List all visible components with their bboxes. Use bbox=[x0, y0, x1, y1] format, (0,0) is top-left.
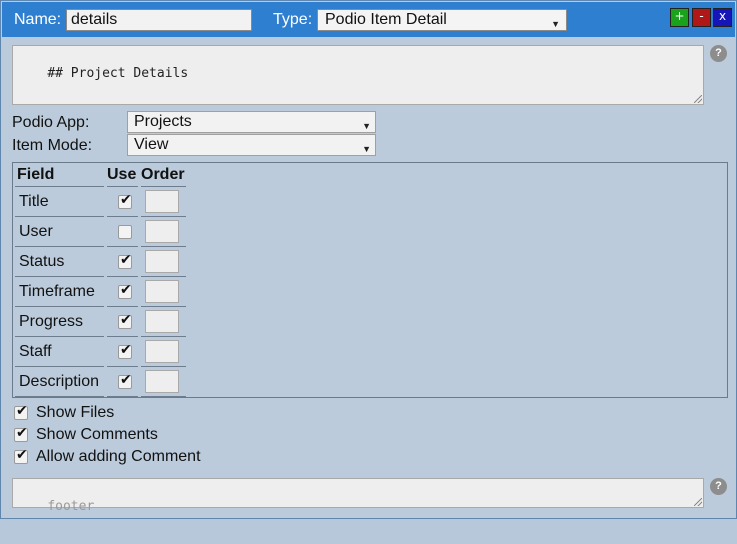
item-mode-select[interactable]: View ▼ bbox=[127, 134, 376, 156]
add-button[interactable]: + bbox=[670, 8, 689, 27]
chevron-down-icon: ▼ bbox=[362, 121, 371, 131]
order-input[interactable] bbox=[145, 310, 179, 333]
field-name: Progress bbox=[15, 307, 104, 337]
use-checkbox[interactable]: ✔ bbox=[118, 312, 132, 329]
order-input[interactable] bbox=[145, 340, 179, 363]
use-cell: ✔ bbox=[107, 187, 138, 217]
help-icon[interactable]: ? bbox=[710, 478, 727, 495]
item-mode-value: View bbox=[134, 136, 169, 153]
content-text: ## Project Details bbox=[47, 66, 189, 81]
order-input[interactable] bbox=[145, 220, 179, 243]
remove-button[interactable]: - bbox=[692, 8, 711, 27]
podio-app-label: Podio App: bbox=[12, 114, 90, 131]
order-cell bbox=[141, 337, 186, 367]
order-cell bbox=[141, 277, 186, 307]
order-cell bbox=[141, 217, 186, 247]
use-cell: ✔ bbox=[107, 307, 138, 337]
use-cell: ✔ bbox=[107, 247, 138, 277]
name-label: Name: bbox=[14, 11, 62, 28]
type-select[interactable]: Podio Item Detail ▼ bbox=[317, 9, 567, 31]
table-row: Status ✔ bbox=[13, 247, 188, 277]
checkmark-icon: ✔ bbox=[120, 252, 132, 268]
checkmark-icon: ✔ bbox=[120, 282, 132, 298]
field-name: Timeframe bbox=[15, 277, 104, 307]
option-checkbox[interactable]: ✔ bbox=[14, 425, 28, 442]
checkmark-icon: ✔ bbox=[120, 342, 132, 358]
use-checkbox[interactable] bbox=[118, 225, 132, 239]
field-name: Title bbox=[15, 187, 104, 217]
order-input[interactable] bbox=[145, 370, 179, 393]
help-icon[interactable]: ? bbox=[710, 45, 727, 62]
use-cell: ✔ bbox=[107, 277, 138, 307]
checkmark-icon: ✔ bbox=[16, 425, 28, 441]
panel-header: Name: details Type: Podio Item Detail ▼ … bbox=[2, 2, 735, 37]
footer-textarea[interactable]: footer bbox=[12, 478, 704, 514]
table-row: User bbox=[13, 217, 188, 247]
order-cell bbox=[141, 187, 186, 217]
field-name: Staff bbox=[15, 337, 104, 367]
checkmark-icon: ✔ bbox=[120, 312, 132, 328]
field-name: User bbox=[15, 217, 104, 247]
checkmark-icon: ✔ bbox=[16, 447, 28, 463]
order-column-header: Order bbox=[141, 166, 185, 183]
order-cell bbox=[141, 307, 186, 337]
use-checkbox[interactable]: ✔ bbox=[118, 282, 132, 299]
option-checkbox[interactable]: ✔ bbox=[14, 447, 28, 464]
chevron-down-icon: ▼ bbox=[551, 19, 560, 29]
order-input[interactable] bbox=[145, 190, 179, 213]
footer-placeholder: footer bbox=[47, 499, 95, 514]
checkmark-icon: ✔ bbox=[120, 192, 132, 208]
table-row: Staff ✔ bbox=[13, 337, 188, 367]
table-row: Description ✔ bbox=[13, 367, 188, 397]
use-column-header: Use bbox=[107, 166, 137, 183]
checkmark-icon: ✔ bbox=[16, 403, 28, 419]
item-mode-label: Item Mode: bbox=[12, 137, 93, 154]
use-checkbox[interactable]: ✔ bbox=[118, 342, 132, 359]
order-cell bbox=[141, 367, 186, 397]
podio-app-value: Projects bbox=[134, 113, 192, 130]
field-column-header: Field bbox=[17, 166, 55, 183]
table-row: Timeframe ✔ bbox=[13, 277, 188, 307]
use-cell bbox=[107, 217, 138, 247]
use-checkbox[interactable]: ✔ bbox=[118, 192, 132, 209]
table-row: Progress ✔ bbox=[13, 307, 188, 337]
order-cell bbox=[141, 247, 186, 277]
type-label: Type: bbox=[273, 11, 313, 28]
field-name: Description bbox=[15, 367, 104, 397]
fields-table: Field Use Order Title ✔ User Status ✔ Timefra… bbox=[12, 162, 728, 398]
podio-app-select[interactable]: Projects ▼ bbox=[127, 111, 376, 133]
field-name: Status bbox=[15, 247, 104, 277]
widget-editor-panel: Name: details Type: Podio Item Detail ▼ … bbox=[0, 0, 737, 519]
type-select-value: Podio Item Detail bbox=[325, 11, 447, 28]
use-cell: ✔ bbox=[107, 337, 138, 367]
order-input[interactable] bbox=[145, 280, 179, 303]
checkmark-icon: ✔ bbox=[120, 372, 132, 388]
use-checkbox[interactable]: ✔ bbox=[118, 372, 132, 389]
chevron-down-icon: ▼ bbox=[362, 144, 371, 154]
option-label: Allow adding Comment bbox=[36, 448, 201, 465]
option-checkbox[interactable]: ✔ bbox=[14, 403, 28, 420]
use-cell: ✔ bbox=[107, 367, 138, 397]
resize-grip-icon[interactable] bbox=[694, 95, 702, 103]
resize-grip-icon[interactable] bbox=[694, 498, 702, 506]
order-input[interactable] bbox=[145, 250, 179, 273]
option-label: Show Comments bbox=[36, 426, 158, 443]
table-row: Title ✔ bbox=[13, 187, 188, 217]
content-textarea[interactable]: ## Project Details bbox=[12, 45, 704, 105]
close-button[interactable]: x bbox=[713, 8, 732, 27]
use-checkbox[interactable]: ✔ bbox=[118, 252, 132, 269]
option-label: Show Files bbox=[36, 404, 115, 421]
name-input[interactable]: details bbox=[66, 9, 252, 31]
